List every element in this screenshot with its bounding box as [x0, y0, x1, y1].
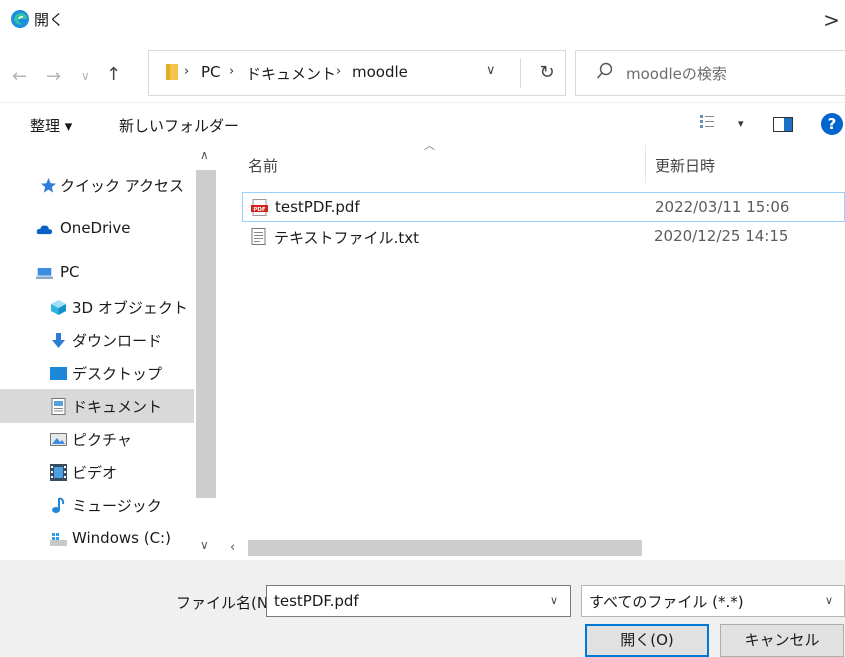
hscrollbar-thumb[interactable]	[248, 540, 642, 556]
cube-icon	[51, 300, 66, 315]
sidebar-item-videos[interactable]: ビデオ	[0, 455, 194, 489]
video-icon	[50, 464, 67, 481]
sidebar-item-label: ピクチャ	[72, 431, 132, 449]
close-button[interactable]: >	[818, 6, 845, 34]
breadcrumb-separator-icon: ›	[229, 64, 235, 79]
up-arrow-icon[interactable]: ↑	[106, 64, 121, 85]
star-icon	[41, 178, 56, 193]
computer-icon	[36, 267, 53, 280]
address-dropdown-icon[interactable]: ∨	[486, 63, 496, 78]
pictures-icon	[50, 433, 67, 446]
preview-pane-icon[interactable]	[773, 117, 793, 132]
sidebar-item-label: OneDrive	[60, 219, 131, 237]
file-name: testPDF.pdf	[275, 198, 360, 216]
file-row[interactable]: テキストファイル.txt 2020/12/25 14:15	[242, 222, 845, 252]
music-icon	[52, 497, 65, 513]
sidebar-item-pictures[interactable]: ピクチャ	[0, 422, 194, 456]
pdf-file-icon: PDF	[251, 199, 268, 216]
sidebar-item-pc[interactable]: PC	[0, 256, 194, 290]
breadcrumb-moodle[interactable]: moodle	[352, 63, 408, 81]
file-row[interactable]: PDF testPDF.pdf 2022/03/11 15:06	[242, 192, 845, 222]
breadcrumb-separator-icon: ›	[184, 64, 190, 79]
sort-ascending-icon: ︿	[424, 139, 435, 152]
address-divider	[520, 58, 521, 88]
back-arrow-icon[interactable]: ←	[12, 66, 27, 87]
text-file-icon	[251, 228, 266, 245]
sidebar-item-label: ミュージック	[72, 497, 162, 515]
recent-locations-chevron-icon[interactable]: ∨	[81, 69, 90, 83]
file-type-value[interactable]: すべてのファイル (*.*)	[589, 591, 744, 612]
view-options-icon[interactable]	[700, 113, 714, 131]
sidebar-item-quick-access[interactable]: クイック アクセス	[0, 168, 194, 202]
sidebar-item-label: ダウンロード	[72, 332, 163, 350]
organize-button[interactable]: 整理 ▾	[30, 115, 72, 136]
file-date: 2020/12/25 14:15	[654, 227, 789, 245]
breadcrumb-separator-icon: ›	[336, 64, 342, 79]
help-icon[interactable]: ?	[820, 112, 844, 136]
scroll-left-icon[interactable]: ‹	[230, 540, 235, 555]
cancel-button[interactable]: キャンセル	[720, 624, 844, 657]
file-date: 2022/03/11 15:06	[655, 198, 790, 216]
sidebar-item-documents[interactable]: ドキュメント	[0, 389, 194, 423]
sidebar-item-onedrive[interactable]: OneDrive	[0, 212, 194, 246]
sidebar-item-label: Windows (C:)	[72, 529, 171, 547]
sidebar-item-label: 3D オブジェクト	[72, 299, 188, 317]
window-title: 開く	[34, 11, 65, 29]
breadcrumb-pc[interactable]: PC	[201, 63, 221, 81]
file-name: テキストファイル.txt	[274, 229, 419, 247]
search-placeholder: moodleの検索	[626, 65, 727, 83]
sidebar-item-label: ビデオ	[72, 464, 118, 482]
refresh-icon[interactable]: ↻	[528, 50, 566, 96]
filename-label: ファイル名(N):	[176, 594, 279, 612]
view-dropdown-icon[interactable]: ▾	[738, 117, 744, 130]
toolbar-divider	[0, 102, 845, 103]
filename-dropdown-icon[interactable]: ∨	[550, 594, 558, 607]
column-divider[interactable]	[645, 145, 646, 183]
edge-icon	[11, 10, 29, 28]
title-bar	[0, 0, 845, 40]
new-folder-button[interactable]: 新しいフォルダー	[119, 115, 239, 136]
cloud-icon	[36, 225, 53, 235]
search-icon	[596, 62, 613, 79]
folder-icon	[166, 64, 178, 80]
column-header-name[interactable]: 名前	[248, 155, 278, 176]
sidebar-item-label: ドキュメント	[72, 398, 163, 416]
document-icon	[51, 398, 66, 415]
sidebar-item-windows-c[interactable]: Windows (C:)	[0, 522, 194, 556]
sidebar-item-desktop[interactable]: デスクトップ	[0, 356, 194, 390]
sidebar-item-label: デスクトップ	[72, 365, 163, 383]
file-type-dropdown-icon[interactable]: ∨	[825, 594, 833, 607]
desktop-icon	[50, 367, 67, 380]
sidebar-item-music[interactable]: ミュージック	[0, 488, 194, 522]
sidebar-item-downloads[interactable]: ダウンロード	[0, 323, 194, 357]
sidebar-item-label: PC	[60, 263, 80, 281]
column-header-date[interactable]: 更新日時	[655, 155, 715, 176]
filename-value[interactable]: testPDF.pdf	[274, 592, 359, 610]
scroll-up-icon[interactable]: ∧	[200, 148, 209, 162]
svg-text:PDF: PDF	[253, 207, 266, 213]
sidebar-item-3d-objects[interactable]: 3D オブジェクト	[0, 290, 194, 324]
drive-icon	[50, 533, 67, 546]
forward-arrow-icon[interactable]: →	[46, 66, 61, 87]
open-button[interactable]: 開く(O)	[585, 624, 709, 657]
download-icon	[52, 333, 65, 348]
scroll-down-icon[interactable]: ∨	[200, 538, 209, 552]
sidebar-item-label: クイック アクセス	[60, 177, 185, 195]
breadcrumb-documents[interactable]: ドキュメント	[246, 63, 336, 84]
svg-text:?: ?	[828, 115, 837, 133]
navigation-scrollbar-thumb[interactable]	[196, 170, 216, 498]
